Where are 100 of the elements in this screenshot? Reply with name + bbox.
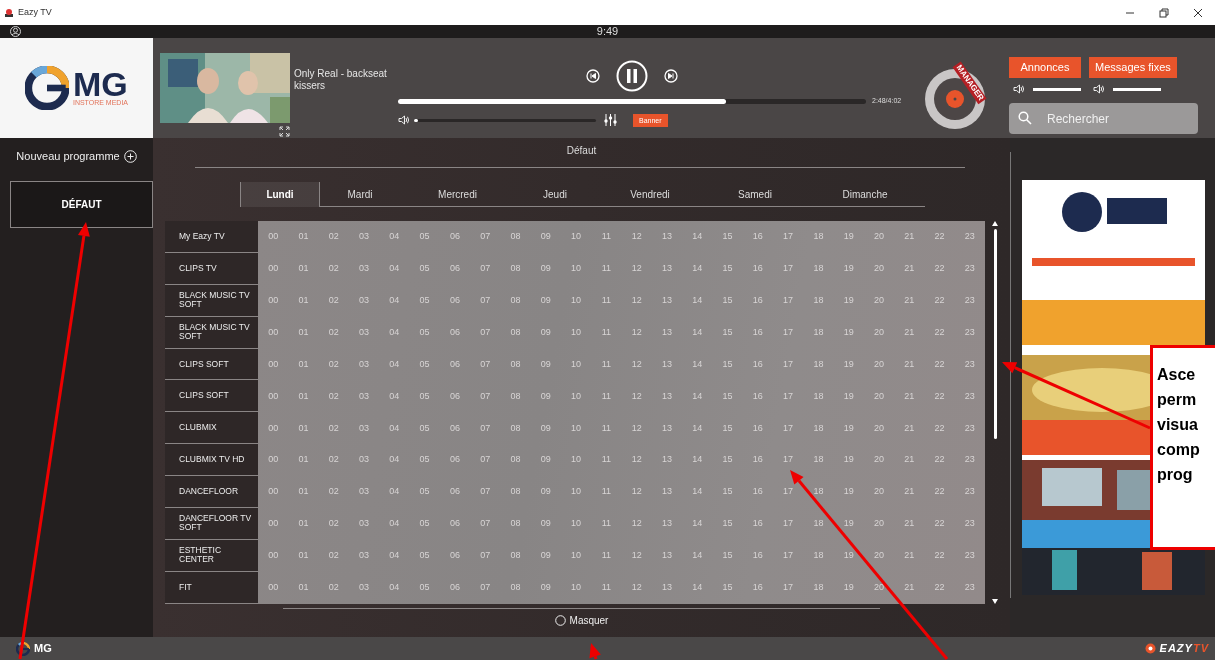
hour-slot[interactable]: 07: [480, 581, 491, 595]
hour-slot[interactable]: 04: [389, 517, 400, 531]
hour-slot[interactable]: 03: [359, 453, 369, 467]
hour-slot[interactable]: 06: [449, 581, 460, 595]
hour-slot[interactable]: 19: [843, 389, 854, 404]
hour-slot[interactable]: 11: [601, 517, 611, 531]
hour-slot[interactable]: 17: [783, 485, 794, 499]
hour-slot[interactable]: 23: [964, 517, 975, 531]
hour-slot[interactable]: 05: [419, 230, 430, 244]
scroll-up-icon[interactable]: [992, 221, 998, 226]
hour-slot[interactable]: 19: [843, 453, 854, 467]
hour-slot[interactable]: 19: [843, 325, 854, 340]
hour-slot[interactable]: 13: [661, 421, 672, 436]
hour-slot[interactable]: 23: [964, 421, 975, 436]
hour-slot[interactable]: 22: [934, 453, 945, 467]
hour-slot[interactable]: 23: [964, 230, 975, 244]
hour-slot[interactable]: 05: [419, 357, 430, 372]
hour-slot[interactable]: 06: [449, 421, 460, 436]
hour-slot[interactable]: 03: [359, 581, 369, 595]
hour-slot[interactable]: 05: [419, 453, 430, 467]
hour-slot[interactable]: 15: [722, 262, 733, 276]
hour-slot[interactable]: 15: [722, 485, 733, 499]
hour-slot[interactable]: 18: [813, 581, 824, 595]
hour-slot[interactable]: 20: [873, 293, 884, 308]
hour-slot[interactable]: 20: [873, 581, 884, 595]
hour-slot[interactable]: 03: [359, 325, 369, 340]
hour-slot[interactable]: 03: [359, 293, 369, 308]
hour-slot[interactable]: 00: [268, 262, 279, 276]
hour-slot[interactable]: 04: [389, 357, 400, 372]
progress-bar[interactable]: [398, 98, 866, 104]
hour-slot[interactable]: 18: [813, 262, 824, 276]
hour-slot[interactable]: 21: [904, 230, 915, 244]
channel-label[interactable]: My Eazy TV: [165, 221, 258, 253]
hour-slot[interactable]: 03: [359, 230, 369, 244]
hour-slot[interactable]: 04: [389, 421, 400, 436]
hour-slot[interactable]: 19: [843, 230, 854, 244]
hour-slot[interactable]: 03: [359, 485, 369, 499]
hour-slot[interactable]: 23: [964, 357, 975, 372]
hour-slot[interactable]: 01: [298, 549, 309, 563]
hour-slot[interactable]: 14: [692, 357, 703, 372]
hour-slot[interactable]: 02: [328, 262, 339, 276]
hour-slot[interactable]: 08: [510, 230, 521, 244]
hour-slot[interactable]: 02: [328, 549, 339, 563]
hour-slot[interactable]: 10: [571, 293, 582, 308]
hour-slot[interactable]: 13: [661, 230, 672, 244]
hide-radio[interactable]: Masquer: [554, 612, 609, 628]
hour-slot[interactable]: 09: [540, 581, 551, 595]
hour-slot[interactable]: 08: [510, 453, 521, 467]
hour-slot[interactable]: 02: [328, 485, 339, 499]
hour-slot[interactable]: 20: [873, 325, 884, 340]
new-program-button[interactable]: Nouveau programme: [12, 146, 141, 167]
hour-slot[interactable]: 10: [571, 453, 582, 467]
hour-slot[interactable]: 05: [419, 581, 430, 595]
hour-slot[interactable]: 02: [328, 421, 339, 436]
hour-slot[interactable]: 11: [601, 581, 611, 595]
hour-slot[interactable]: 12: [631, 357, 642, 372]
hour-slot[interactable]: 19: [843, 357, 854, 372]
hour-slot[interactable]: 17: [783, 230, 794, 244]
hour-slot[interactable]: 18: [813, 389, 824, 404]
hour-slot[interactable]: 15: [722, 549, 733, 563]
day-tab[interactable]: Dimanche: [805, 182, 925, 207]
hour-slot[interactable]: 12: [631, 485, 642, 499]
day-tab[interactable]: Mercredi: [400, 182, 515, 207]
hour-slot[interactable]: 06: [449, 357, 460, 372]
hour-slot[interactable]: 20: [873, 549, 884, 563]
hour-slot[interactable]: 10: [571, 325, 582, 340]
hour-slot[interactable]: 01: [298, 357, 309, 372]
hour-slot[interactable]: 14: [692, 485, 703, 499]
hour-slot[interactable]: 16: [752, 357, 763, 372]
hour-slot[interactable]: 05: [419, 293, 430, 308]
hour-slot[interactable]: 22: [934, 357, 945, 372]
next-icon[interactable]: [664, 69, 678, 83]
hour-slot[interactable]: 13: [661, 389, 672, 404]
hour-slot[interactable]: 22: [934, 389, 945, 404]
hour-slot[interactable]: 16: [752, 262, 763, 276]
hour-slot[interactable]: 18: [813, 325, 824, 340]
hour-slot[interactable]: 17: [783, 453, 794, 467]
hour-slot[interactable]: 01: [298, 262, 309, 276]
close-icon[interactable]: [1193, 7, 1203, 18]
hour-slot[interactable]: 12: [631, 389, 642, 404]
hour-slot[interactable]: 15: [722, 421, 733, 436]
hour-slot[interactable]: 20: [873, 389, 884, 404]
volume-icon[interactable]: [1013, 84, 1025, 94]
hour-slot[interactable]: 14: [692, 581, 703, 595]
hour-slot[interactable]: 07: [480, 230, 491, 244]
hour-slot[interactable]: 16: [752, 389, 763, 404]
hour-slot[interactable]: 00: [268, 357, 279, 372]
hour-slot[interactable]: 19: [843, 421, 854, 436]
hour-slot[interactable]: 07: [480, 421, 491, 436]
hour-slot[interactable]: 09: [540, 517, 551, 531]
hour-slot[interactable]: 07: [480, 549, 491, 563]
hour-slot[interactable]: 16: [752, 549, 763, 563]
hour-slot[interactable]: 06: [449, 325, 460, 340]
hour-slot[interactable]: 22: [934, 485, 945, 499]
hour-slot[interactable]: 02: [328, 293, 339, 308]
hour-slot[interactable]: 18: [813, 293, 824, 308]
hour-slot[interactable]: 17: [783, 293, 794, 308]
hour-slot[interactable]: 08: [510, 485, 521, 499]
hour-slot[interactable]: 15: [722, 389, 733, 404]
day-tab[interactable]: Vendredi: [595, 182, 705, 207]
